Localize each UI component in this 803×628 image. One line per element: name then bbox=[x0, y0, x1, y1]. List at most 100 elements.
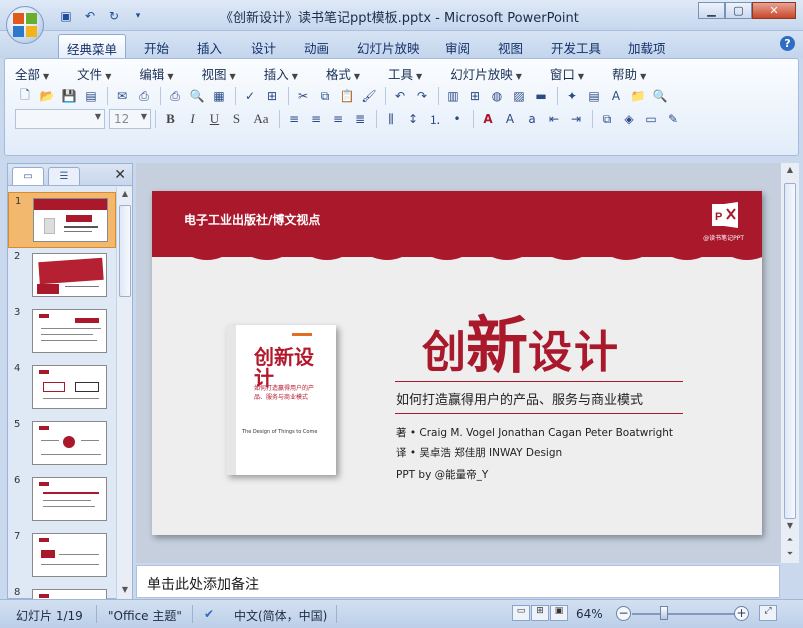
close-icon[interactable]: ✕ bbox=[114, 167, 126, 183]
scroll-up-icon[interactable]: ▲ bbox=[784, 165, 796, 177]
arrange-icon[interactable]: ⧉ bbox=[597, 109, 617, 129]
next-slide-icon[interactable]: ⏷ bbox=[784, 549, 796, 561]
align-center-icon[interactable]: ≡ bbox=[306, 109, 326, 129]
menu-view[interactable]: 视图 ▼ bbox=[202, 64, 236, 83]
scroll-down-icon[interactable]: ▼ bbox=[119, 585, 131, 597]
quick-styles-icon[interactable]: ◈ bbox=[619, 109, 639, 129]
shape-outline-icon[interactable]: ✎ bbox=[663, 109, 683, 129]
tab-review[interactable]: 审阅 bbox=[437, 34, 478, 58]
publish-icon[interactable]: ⎙ bbox=[134, 86, 154, 106]
menu-edit[interactable]: 编辑 ▼ bbox=[139, 64, 173, 83]
slide-sorter-button[interactable]: ⊞ bbox=[531, 605, 549, 621]
decrease-indent-icon[interactable]: ⇤ bbox=[544, 109, 564, 129]
slide-editor[interactable]: 电子工业出版社/博文视点 P @读书笔记PPT 创新设计 如何打造赢得用户的产品… bbox=[136, 163, 780, 563]
fit-to-window-icon[interactable]: ⤢ bbox=[759, 605, 777, 621]
menu-file[interactable]: 文件 ▼ bbox=[77, 64, 111, 83]
undo-icon[interactable]: ↶ bbox=[80, 7, 100, 24]
slide-thumbnail[interactable]: 3 bbox=[8, 304, 116, 360]
print-icon[interactable]: ⎙ bbox=[165, 86, 185, 106]
permission-icon[interactable]: ▤ bbox=[81, 86, 101, 106]
redo-icon[interactable]: ↻ bbox=[104, 7, 124, 24]
tab-insert[interactable]: 插入 bbox=[189, 34, 230, 58]
normal-view-button[interactable]: ▭ bbox=[512, 605, 530, 621]
slides-pane-scrollbar[interactable]: ▲ ▼ bbox=[116, 187, 132, 599]
spell-check-icon[interactable]: ✔ bbox=[204, 607, 214, 621]
shrink-font-icon[interactable]: a bbox=[522, 109, 542, 129]
slide-thumbnail[interactable]: 7 bbox=[8, 528, 116, 584]
previous-slide-icon[interactable]: ⏶ bbox=[784, 535, 796, 547]
menu-help[interactable]: 帮助 ▼ bbox=[612, 64, 646, 83]
scroll-down-icon[interactable]: ▼ bbox=[784, 521, 796, 533]
zoom-slider-thumb[interactable] bbox=[660, 606, 668, 620]
slide-vertical-scrollbar[interactable]: ▲ ▼ ⏶ ⏷ bbox=[780, 163, 799, 563]
zoom-out-icon[interactable]: − bbox=[616, 606, 631, 621]
save-icon[interactable]: ▣ bbox=[56, 7, 76, 24]
office-button[interactable] bbox=[6, 6, 44, 44]
menu-all[interactable]: 全部 ▼ bbox=[15, 64, 49, 83]
shape-fill-icon[interactable]: ▭ bbox=[641, 109, 661, 129]
layout-icon[interactable]: ▤ bbox=[584, 86, 604, 106]
columns-icon[interactable]: ⫼ bbox=[381, 109, 401, 129]
zoom-slider[interactable] bbox=[632, 613, 736, 615]
slide-thumbnail[interactable]: 1 bbox=[8, 192, 116, 248]
font-name-combo[interactable]: ▼ bbox=[15, 109, 105, 129]
slide-thumbnail[interactable]: 2 bbox=[8, 248, 116, 304]
scroll-up-icon[interactable]: ▲ bbox=[119, 189, 131, 201]
tab-animation[interactable]: 动画 bbox=[296, 34, 337, 58]
customize-icon[interactable]: ▾ bbox=[128, 7, 148, 24]
align-left-icon[interactable]: ≡ bbox=[284, 109, 304, 129]
shadow-button[interactable]: S bbox=[226, 109, 247, 129]
shapes-icon[interactable]: ▬ bbox=[531, 86, 551, 106]
smartart-icon[interactable]: ◍ bbox=[487, 86, 507, 106]
save-icon[interactable]: 💾 bbox=[59, 86, 79, 106]
zoom-level[interactable]: 64% bbox=[576, 607, 603, 621]
redo-icon[interactable]: ↷ bbox=[412, 86, 432, 106]
menu-format[interactable]: 格式 ▼ bbox=[326, 64, 360, 83]
tab-view[interactable]: 视图 bbox=[490, 34, 531, 58]
grow-font-icon[interactable]: A bbox=[500, 109, 520, 129]
menu-slideshow[interactable]: 幻灯片放映 ▼ bbox=[450, 64, 522, 83]
menu-window[interactable]: 窗口 ▼ bbox=[550, 64, 584, 83]
new-icon[interactable]: 🗋 bbox=[15, 86, 35, 106]
slide-thumbnail[interactable]: 6 bbox=[8, 472, 116, 528]
research-icon[interactable]: ▦ bbox=[209, 86, 229, 106]
textbox-icon[interactable]: A bbox=[606, 86, 626, 106]
menu-tools[interactable]: 工具 ▼ bbox=[388, 64, 422, 83]
copy-icon[interactable]: ⧉ bbox=[315, 86, 335, 106]
font-color-icon[interactable]: A bbox=[478, 109, 498, 129]
align-right-icon[interactable]: ≡ bbox=[328, 109, 348, 129]
scroll-thumb[interactable] bbox=[119, 205, 131, 297]
line-spacing-icon[interactable]: ↕ bbox=[403, 109, 423, 129]
tab-home[interactable]: 开始 bbox=[136, 34, 177, 58]
italic-button[interactable]: I bbox=[182, 109, 203, 129]
cut-icon[interactable]: ✂ bbox=[293, 86, 313, 106]
scroll-thumb[interactable] bbox=[784, 183, 796, 519]
chart-icon[interactable]: ▥ bbox=[443, 86, 463, 106]
new-slide-icon[interactable]: ✦ bbox=[562, 86, 582, 106]
zoom-in-icon[interactable]: + bbox=[734, 606, 749, 621]
format-painter-icon[interactable]: 🖌 bbox=[359, 86, 379, 106]
paste-icon[interactable]: 📋 bbox=[337, 86, 357, 106]
maximize-icon[interactable]: ▢ bbox=[725, 2, 752, 19]
open-icon[interactable]: 📂 bbox=[37, 86, 57, 106]
find-icon[interactable]: 🔍 bbox=[650, 86, 670, 106]
minimize-icon[interactable]: ▁ bbox=[698, 2, 725, 19]
thesaurus-icon[interactable]: ⊞ bbox=[262, 86, 282, 106]
picture-icon[interactable]: ▨ bbox=[509, 86, 529, 106]
bold-button[interactable]: B bbox=[160, 109, 181, 129]
language-indicator[interactable]: 中文(简体，中国) bbox=[234, 607, 327, 624]
current-slide[interactable]: 电子工业出版社/博文视点 P @读书笔记PPT 创新设计 如何打造赢得用户的产品… bbox=[152, 191, 762, 535]
tab-addins[interactable]: 加载项 bbox=[620, 34, 674, 58]
slide-thumbnail[interactable]: 4 bbox=[8, 360, 116, 416]
tab-developer[interactable]: 开发工具 bbox=[543, 34, 609, 58]
help-icon[interactable]: ? bbox=[780, 36, 795, 51]
notes-pane[interactable]: 单击此处添加备注 bbox=[136, 565, 780, 598]
table-icon[interactable]: ⊞ bbox=[465, 86, 485, 106]
bullets-icon[interactable]: • bbox=[447, 109, 467, 129]
slide-thumbnail[interactable]: 5 bbox=[8, 416, 116, 472]
menu-insert[interactable]: 插入 ▼ bbox=[264, 64, 298, 83]
spelling-icon[interactable]: ✓ bbox=[240, 86, 260, 106]
numbering-icon[interactable]: ⒈ bbox=[425, 109, 445, 129]
change-case-button[interactable]: Aa bbox=[248, 109, 274, 129]
close-icon[interactable]: ✕ bbox=[752, 2, 796, 19]
